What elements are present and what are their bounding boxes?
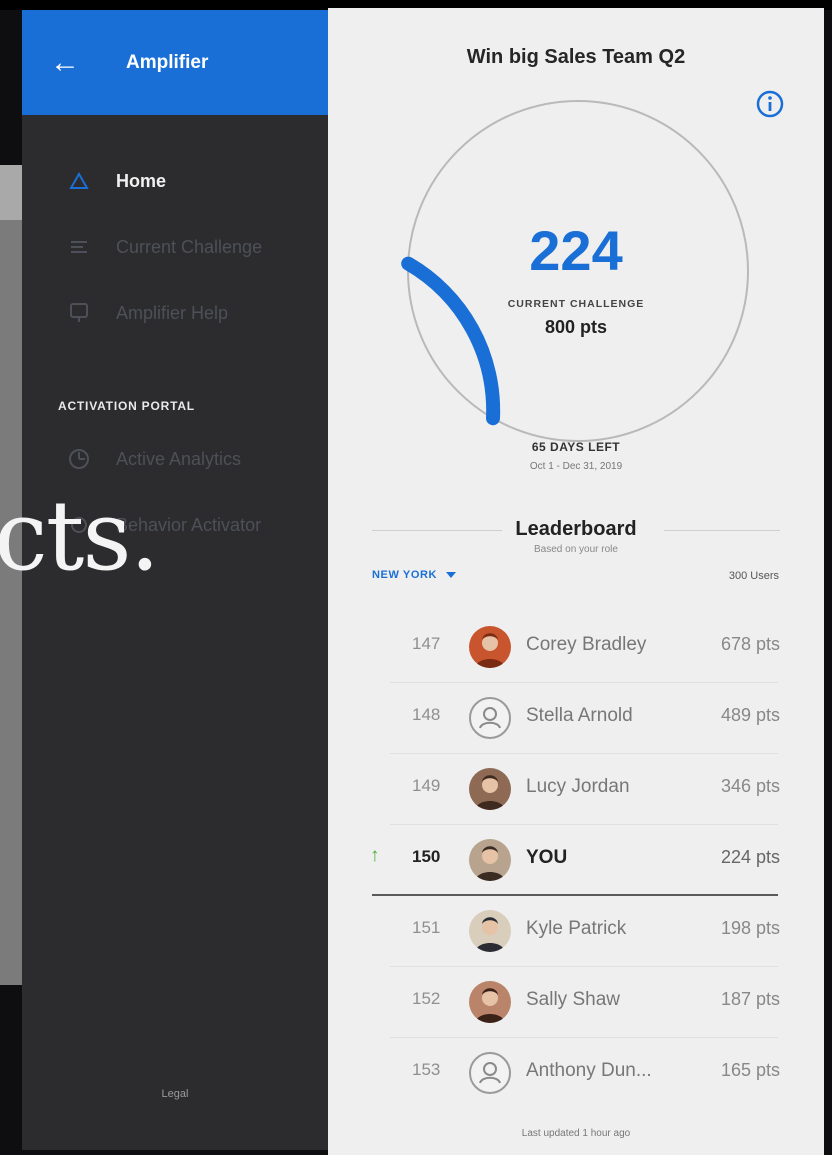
- leaderboard-row[interactable]: 148 Stella Arnold 489 pts: [328, 683, 824, 754]
- users-count: 300 Users: [728, 570, 779, 582]
- current-score: 224: [529, 219, 623, 282]
- avatar: [469, 910, 511, 952]
- leaderboard-rank: 147: [412, 634, 441, 653]
- app-title: Amplifier: [126, 51, 209, 73]
- user-placeholder-icon: [469, 1052, 511, 1094]
- sidebar-item-label: Active Analytics: [116, 448, 242, 469]
- leaderboard-row-you[interactable]: ↑ 150 YOU 224 pts: [328, 825, 824, 896]
- challenge-points: 800 pts: [544, 317, 608, 337]
- user-placeholder-icon: [469, 697, 511, 739]
- leaderboard-row[interactable]: 152 Sally Shaw 187 pts: [328, 967, 824, 1038]
- date-range: Oct 1 - Dec 31, 2019: [529, 461, 623, 472]
- sidebar-item-label: Home: [116, 170, 167, 191]
- avatar: [469, 768, 511, 810]
- sidebar-item-amplifier-help[interactable]: Amplifier Help: [22, 302, 228, 324]
- leaderboard-points: 224 pts: [720, 847, 780, 867]
- leaderboard-points: 678 pts: [720, 634, 780, 654]
- leaderboard-rank: 151: [412, 918, 441, 937]
- back-arrow-icon[interactable]: ←: [50, 47, 80, 78]
- leaderboard-row[interactable]: 147 Corey Bradley 678 pts: [328, 612, 824, 683]
- last-updated: Last updated 1 hour ago: [521, 1128, 631, 1139]
- leaderboard-subtitle: Based on your role: [534, 544, 618, 555]
- leaderboard-name: Anthony Dun...: [526, 1060, 652, 1081]
- main-panel: Win big Sales Team Q2 224 CURRENT CHALLE…: [328, 8, 824, 1155]
- leaderboard-name: Lucy Jordan: [526, 776, 630, 797]
- leaderboard-name: Stella Arnold: [526, 705, 633, 726]
- leaderboard-name: YOU: [526, 847, 568, 868]
- leaderboard-row[interactable]: 149 Lucy Jordan 346 pts: [328, 754, 824, 825]
- triangle-home-icon: [68, 170, 90, 192]
- help-icon: [68, 302, 90, 324]
- leaderboard-rank: 148: [412, 705, 441, 724]
- sidebar-item-home[interactable]: Home: [22, 170, 166, 192]
- avatar: [469, 981, 511, 1023]
- region-dropdown[interactable]: NEW YORK: [372, 569, 457, 581]
- leaderboard-rank: 149: [412, 776, 441, 795]
- avatar: [469, 839, 511, 881]
- challenge-label: CURRENT CHALLENGE: [507, 298, 645, 310]
- section-label: ACTIVATION PORTAL: [58, 399, 195, 413]
- sidebar-item-active-analytics[interactable]: Active Analytics: [22, 448, 241, 470]
- leaderboard-points: 346 pts: [720, 776, 780, 796]
- leaderboard-title: Leaderboard: [515, 518, 637, 540]
- rank-up-arrow-icon: ↑: [370, 845, 380, 866]
- sidebar-header: ← Amplifier: [22, 10, 328, 115]
- avatar: [469, 626, 511, 668]
- chevron-down-icon: [446, 572, 457, 578]
- list-icon: [68, 236, 90, 258]
- leaderboard-name: Corey Bradley: [526, 634, 647, 655]
- legal-link[interactable]: Legal: [22, 1088, 328, 1100]
- leaderboard-rank: 150: [412, 847, 441, 866]
- leaderboard-points: 187 pts: [720, 989, 780, 1009]
- leaderboard-points: 165 pts: [720, 1060, 780, 1080]
- region-label: NEW YORK: [372, 569, 438, 581]
- leaderboard-points: 489 pts: [720, 705, 780, 725]
- progress-ring-fill: [401, 256, 501, 426]
- sidebar-item-current-challenge[interactable]: Current Challenge: [22, 236, 262, 258]
- leaderboard-row[interactable]: 151 Kyle Patrick 198 pts: [328, 896, 824, 967]
- leaderboard-name: Sally Shaw: [526, 989, 620, 1010]
- leaderboard-rank: 153: [412, 1060, 441, 1079]
- analytics-icon: [68, 448, 90, 470]
- leaderboard-list: 147 Corey Bradley 678 pts 148 Stella Arnold 4…: [328, 612, 824, 1109]
- leaderboard-rank: 152: [412, 989, 441, 1008]
- leaderboard-name: Kyle Patrick: [526, 918, 627, 939]
- sidebar-item-label: Amplifier Help: [116, 302, 229, 323]
- leaderboard-row[interactable]: 153 Anthony Dun... 165 pts: [328, 1038, 824, 1109]
- sidebar-item-label: Current Challenge: [116, 236, 263, 257]
- background-slide-text: cts.: [0, 480, 160, 592]
- days-left: 65 DAYS LEFT: [531, 440, 621, 454]
- leaderboard-points: 198 pts: [720, 918, 780, 938]
